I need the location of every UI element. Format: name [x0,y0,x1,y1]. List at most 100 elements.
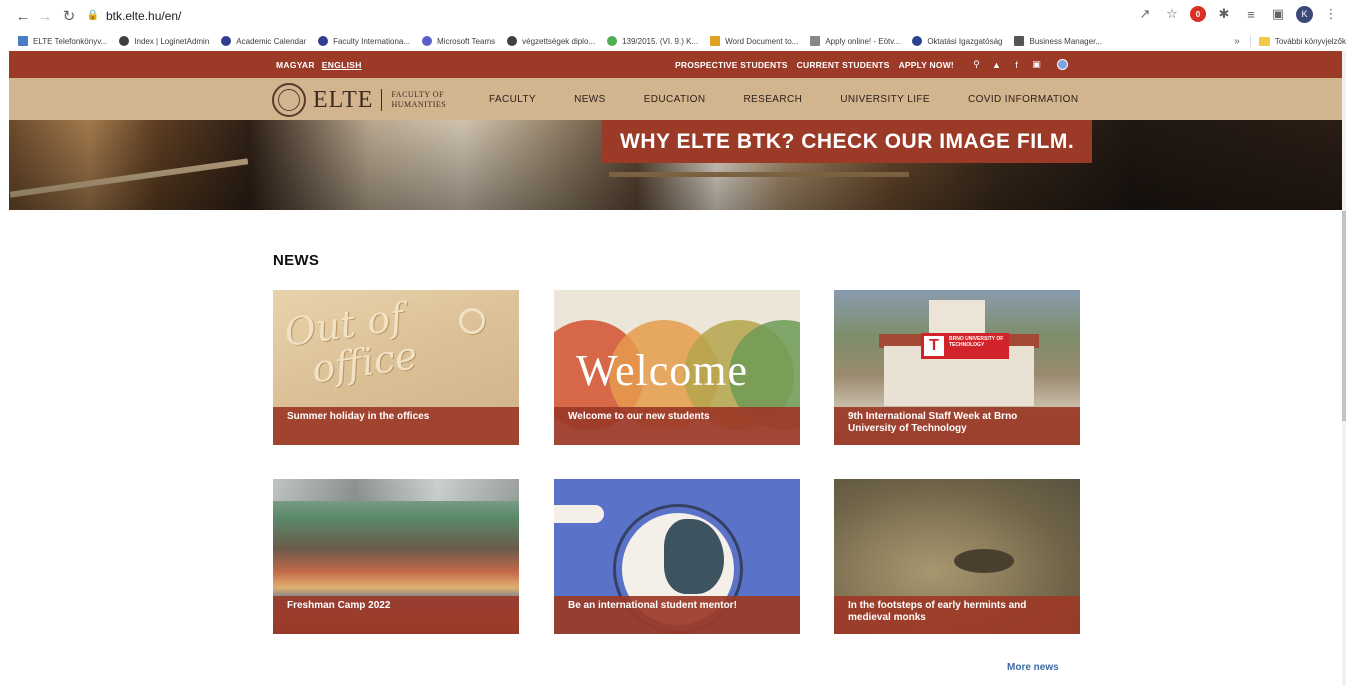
main-navigation: ELTE FACULTY OF HUMANITIES FACULTY NEWS … [9,78,1344,120]
other-bookmarks-folder[interactable]: További könyvjelzők [1275,37,1346,46]
bookmark-favicon-icon [221,36,232,46]
menu-news[interactable]: NEWS [574,94,606,105]
globe-icon[interactable] [1056,59,1068,70]
back-icon[interactable]: ← [12,5,34,27]
bookmark-favicon-icon [422,36,433,46]
bookmark-label: 139/2015. (VI. 9.) K... [622,36,699,46]
bookmark-item[interactable]: Index | LoginetAdmin [119,36,209,46]
bookmark-label: Microsoft Teams [437,36,496,46]
folder-icon [1258,36,1270,46]
lang-english-link[interactable]: ENGLISH [322,60,362,70]
side-panel-icon[interactable]: ▣ [1269,4,1287,24]
news-card[interactable]: Welcome Welcome to our new students [554,290,800,445]
bookmarks-divider [1249,35,1251,47]
more-bookmarks-button[interactable]: » [1234,36,1240,47]
instagram-icon[interactable]: ▣ [1031,59,1042,70]
bookmark-item[interactable]: Academic Calendar [221,36,306,46]
bookmark-favicon-icon [18,36,28,46]
forward-icon[interactable]: → [34,5,56,27]
news-card-title[interactable]: 9th International Staff Week at Brno Uni… [834,407,1080,445]
main-menu: FACULTY NEWS EDUCATION RESEARCH UNIVERSI… [489,78,1116,120]
news-card[interactable]: Out of office Summer holiday in the offic… [273,290,519,445]
reload-icon[interactable]: ↻ [58,5,80,27]
menu-university-life[interactable]: UNIVERSITY LIFE [840,94,930,105]
menu-faculty[interactable]: FACULTY [489,94,536,105]
search-icon[interactable]: ⚲ [971,59,982,70]
bookmark-label: Academic Calendar [236,36,307,46]
lang-magyar-link[interactable]: MAGYAR [276,60,315,70]
top-bar: MAGYAR ENGLISH PROSPECTIVE STUDENTS CURR… [9,51,1344,78]
building-tower [929,300,985,334]
share-icon[interactable]: ↗ [1136,4,1154,24]
reading-list-icon[interactable]: ≡ [1242,4,1260,24]
news-card[interactable]: Be an international student mentor! [554,479,800,634]
apply-now-link[interactable]: APPLY NOW! [899,60,954,70]
bookmark-favicon-icon [318,36,329,46]
bookmark-item[interactable]: ELTE Telefonkönyv... [18,36,107,46]
star-icon[interactable]: ☆ [1163,4,1181,24]
profile-avatar[interactable]: K [1296,5,1313,23]
brno-sign-text: BRNO UNIVERSITY OF TECHNOLOGY [949,336,1004,348]
sun-icon [459,308,485,334]
browser-toolbar: ← → ↻ 🔒 btk.elte.hu/en/ ↗ ☆ 0 ✱ ≡ ▣ K ⋮ [0,0,1346,31]
brno-logo-letter: T [924,336,944,356]
lock-icon: 🔒 [86,10,100,21]
bookmark-label: ELTE Telefonkönyv... [33,36,108,46]
hero-banner[interactable]: WHY ELTE BTK? CHECK OUR IMAGE FILM. [9,120,1344,210]
page-scrollbar[interactable] [1342,51,1346,686]
extension-icon[interactable]: 0 [1190,6,1206,22]
news-card-title[interactable]: Freshman Camp 2022 [273,596,519,634]
youtube-icon[interactable]: ▲ [991,60,1002,70]
current-students-link[interactable]: CURRENT STUDENTS [797,60,890,70]
scrollbar-thumb[interactable] [1342,211,1346,421]
bookmark-item[interactable]: Faculty Internationa... [318,36,410,46]
seal-icon [272,83,306,117]
brno-sign: T BRNO UNIVERSITY OF TECHNOLOGY [921,333,1009,359]
menu-education[interactable]: EDUCATION [644,94,706,105]
bookmarks-bar: ELTE Telefonkönyv... Index | LoginetAdmi… [0,31,1346,51]
website: MAGYAR ENGLISH PROSPECTIVE STUDENTS CURR… [9,51,1344,686]
bookmark-item[interactable]: Oktatási Igazgatóság [912,36,1002,46]
bookmark-favicon-icon [912,36,923,46]
bookmark-label: Business Manager... [1029,36,1102,46]
bookmark-favicon-icon [119,36,130,46]
news-card-title[interactable]: Be an international student mentor! [554,596,800,634]
faculty-name: FACULTY OF HUMANITIES [391,90,446,110]
logo-wordmark: ELTE [313,86,374,113]
bookmark-label: végzettségek diplo... [522,36,596,46]
menu-covid-information[interactable]: COVID INFORMATION [968,94,1079,105]
news-card[interactable]: Freshman Camp 2022 [273,479,519,634]
menu-research[interactable]: RESEARCH [743,94,802,105]
news-card[interactable]: T BRNO UNIVERSITY OF TECHNOLOGY 9th Inte… [834,290,1080,445]
bookmark-label: Word Document to... [725,36,799,46]
url-text[interactable]: btk.elte.hu/en/ [106,9,181,23]
elte-logo[interactable]: ELTE FACULTY OF HUMANITIES [272,83,446,117]
bookmark-item[interactable]: Apply online! - Eötv... [810,36,900,46]
bookmark-item[interactable]: végzettségek diplo... [507,36,595,46]
puzzle-icon[interactable]: ✱ [1215,4,1233,24]
news-card-title[interactable]: Summer holiday in the offices [273,407,519,445]
decor-arc [554,505,604,523]
more-news-link[interactable]: More news [1007,662,1059,673]
address-bar[interactable]: 🔒 btk.elte.hu/en/ [86,4,1166,27]
bookmark-favicon-icon [1014,36,1025,46]
menu-icon[interactable]: ⋮ [1322,4,1340,24]
bookmark-item[interactable]: Word Document to... [710,36,798,46]
news-heading: NEWS [273,252,320,269]
news-card[interactable]: In the footsteps of early hermints and m… [834,479,1080,634]
facebook-icon[interactable]: f [1011,60,1022,70]
bookmark-item[interactable]: Microsoft Teams [422,36,495,46]
news-card-title[interactable]: Welcome to our new students [554,407,800,445]
bookmark-favicon-icon [810,36,821,46]
excavation-hole [954,549,1014,573]
faculty-line-1: FACULTY OF [391,90,444,99]
news-card-title[interactable]: In the footsteps of early hermints and m… [834,596,1080,634]
bookmark-item[interactable]: Business Manager... [1014,36,1102,46]
toolbar-actions: ↗ ☆ 0 ✱ ≡ ▣ K ⋮ [1136,4,1340,24]
hero-caption[interactable]: WHY ELTE BTK? CHECK OUR IMAGE FILM. [602,120,1093,163]
bookmark-favicon-icon [507,36,518,46]
bookmark-label: Index | LoginetAdmin [134,36,210,46]
prospective-students-link[interactable]: PROSPECTIVE STUDENTS [675,60,788,70]
bookmark-item[interactable]: 139/2015. (VI. 9.) K... [607,36,698,46]
logo-divider [381,89,383,111]
